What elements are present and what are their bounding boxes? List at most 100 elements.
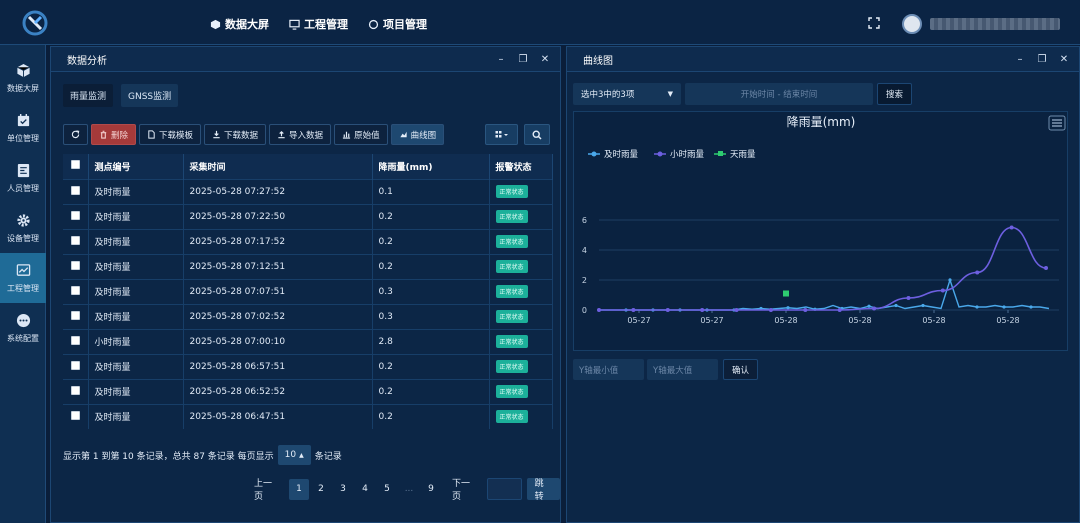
prev-page-button[interactable]: 上一页: [251, 479, 283, 502]
column-toggle-button[interactable]: [485, 124, 518, 145]
row-checkbox[interactable]: [71, 210, 80, 220]
chart-icon: [16, 263, 30, 276]
table-row[interactable]: 小时雨量 2025-05-28 07:00:10 2.8 正常状态: [63, 328, 553, 354]
alarm-cell: 正常状态: [489, 178, 553, 204]
download-data-button[interactable]: 下载数据: [204, 124, 267, 145]
page-button[interactable]: 4: [355, 479, 375, 500]
pagination-suffix: 条记录: [314, 451, 342, 462]
tab-rainfall[interactable]: 雨量监测: [63, 84, 114, 107]
row-checkbox[interactable]: [71, 235, 80, 245]
page-button[interactable]: 2: [311, 479, 331, 500]
confirm-button[interactable]: 确认: [723, 359, 759, 380]
maximize-icon[interactable]: ❐: [518, 53, 528, 65]
row-checkbox[interactable]: [71, 385, 80, 395]
close-icon[interactable]: ✕: [540, 53, 550, 65]
sidebar-item-project-management[interactable]: 工程管理: [0, 253, 46, 303]
close-icon[interactable]: ✕: [1059, 53, 1069, 65]
page-button[interactable]: 5: [377, 479, 397, 500]
table-row[interactable]: 及时雨量 2025-05-28 07:07:51 0.3 正常状态: [63, 278, 553, 304]
next-page-button[interactable]: 下一页: [449, 479, 481, 502]
series-line-realtime: [599, 277, 1050, 311]
user-menu[interactable]: [902, 14, 1060, 34]
import-data-button[interactable]: 导入数据: [269, 124, 332, 145]
jump-button[interactable]: 跳转: [526, 478, 560, 502]
fullscreen-icon[interactable]: [868, 16, 880, 32]
table-row[interactable]: 及时雨量 2025-05-28 06:52:52 0.2 正常状态: [63, 378, 553, 404]
tab-gnss[interactable]: GNSS监测: [121, 84, 179, 107]
series-select[interactable]: 选中3中的3项 ▼: [573, 83, 681, 105]
select-all-checkbox[interactable]: [71, 160, 80, 170]
table-row[interactable]: 及时雨量 2025-05-28 07:22:50 0.2 正常状态: [63, 203, 553, 229]
rainfall-cell: 0.3: [372, 278, 490, 304]
sidebar-item-system-config[interactable]: 系统配置: [0, 303, 46, 353]
rainfall-cell: 0.3: [372, 303, 490, 329]
bar-chart-icon: [342, 131, 351, 139]
series-point-realtime: [1029, 305, 1033, 309]
download-template-button[interactable]: 下载模板: [139, 124, 202, 145]
sidebar-item-unit-management[interactable]: 单位管理: [0, 103, 46, 153]
minimize-icon[interactable]: –: [496, 53, 506, 65]
page-button[interactable]: 9: [421, 479, 441, 500]
maximize-icon[interactable]: ❐: [1037, 53, 1047, 65]
logo[interactable]: [20, 8, 50, 38]
series-point-hourly: [837, 308, 842, 312]
chart-search-button[interactable]: 搜索: [877, 83, 913, 105]
delete-button[interactable]: 删除: [91, 124, 137, 145]
curve-chart-button[interactable]: 曲线图: [390, 124, 445, 145]
select-all-cell: [63, 154, 89, 179]
date-range-input[interactable]: 开始时间 - 结束时间: [685, 83, 873, 105]
status-badge: 正常状态: [495, 410, 528, 424]
y-tick-label: 6: [582, 216, 587, 225]
column-header-alarm[interactable]: 报警状态: [489, 154, 553, 179]
cube-icon: [210, 19, 221, 29]
topnav-project-management[interactable]: 工程管理: [289, 16, 348, 32]
row-checkbox[interactable]: [71, 335, 80, 345]
alarm-cell: 正常状态: [489, 353, 553, 379]
row-checkbox[interactable]: [71, 260, 80, 270]
sidebar-item-device-management[interactable]: 设备管理: [0, 203, 46, 253]
column-header-rainfall[interactable]: 降雨量(mm): [372, 154, 490, 179]
table-row[interactable]: 及时雨量 2025-05-28 07:02:52 0.3 正常状态: [63, 303, 553, 329]
row-checkbox[interactable]: [71, 285, 80, 295]
table-row[interactable]: 及时雨量 2025-05-28 07:27:52 0.1 正常状态: [63, 178, 553, 204]
sidebar-item-data-screen[interactable]: 数据大屏: [0, 53, 46, 103]
x-tick-label: 05-28: [774, 316, 797, 325]
series-point-realtime: [948, 278, 952, 282]
sidebar-item-personnel-management[interactable]: 人员管理: [0, 153, 46, 203]
y-min-input[interactable]: Y轴最小值: [573, 359, 644, 380]
row-checkbox-cell: [63, 278, 89, 304]
table-row[interactable]: 及时雨量 2025-05-28 06:57:51 0.2 正常状态: [63, 353, 553, 379]
row-checkbox[interactable]: [71, 310, 80, 320]
cube-icon: [16, 63, 30, 77]
grid-icon: [495, 130, 508, 137]
topnav-data-screen[interactable]: 数据大屏: [210, 16, 269, 32]
raw-value-button[interactable]: 原始值: [334, 124, 388, 145]
status-badge: 正常状态: [495, 260, 528, 273]
table-row[interactable]: 及时雨量 2025-05-28 07:12:51 0.2 正常状态: [63, 253, 553, 279]
series-select-value: 选中3中的3项: [581, 90, 635, 100]
series-point-realtime: [894, 303, 898, 308]
table-row[interactable]: 及时雨量 2025-05-28 07:17:52 0.2 正常状态: [63, 228, 553, 254]
minimize-icon[interactable]: –: [1015, 53, 1025, 65]
station-cell: 小时雨量: [88, 328, 184, 354]
x-tick-label: 05-28: [848, 316, 871, 325]
column-header-time[interactable]: 采集时间: [183, 154, 373, 179]
row-checkbox[interactable]: [71, 360, 80, 370]
y-max-input[interactable]: Y轴最大值: [647, 359, 718, 380]
refresh-button[interactable]: [63, 124, 88, 145]
time-cell: 2025-05-28 07:02:52: [183, 303, 373, 329]
table-row[interactable]: 及时雨量 2025-05-28 06:47:51 0.2 正常状态: [63, 403, 553, 429]
row-checkbox[interactable]: [71, 185, 80, 195]
series-point-hourly: [768, 308, 773, 312]
column-header-station[interactable]: 测点编号: [88, 154, 184, 179]
page-button[interactable]: 3: [333, 479, 353, 500]
topnav-item-management[interactable]: 项目管理: [368, 16, 427, 32]
panel-title: 数据分析: [67, 55, 107, 67]
page-button[interactable]: 1: [288, 478, 309, 500]
series-point-realtime: [975, 305, 979, 309]
search-button[interactable]: [524, 124, 550, 145]
page-size-select[interactable]: 10 ▲: [277, 445, 311, 465]
jump-page-input[interactable]: [486, 478, 522, 500]
time-cell: 2025-05-28 07:17:52: [183, 228, 373, 254]
row-checkbox[interactable]: [71, 410, 80, 420]
